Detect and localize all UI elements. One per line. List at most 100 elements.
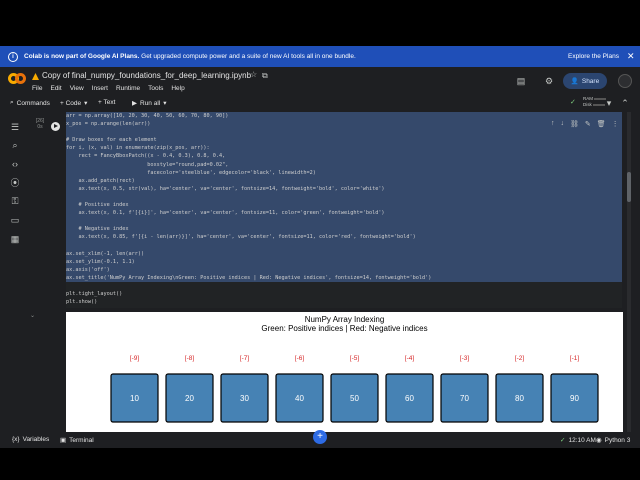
banner-message: Colab is now part of Google AI Plans. Ge… (24, 53, 356, 60)
edit-icon[interactable]: ✎ (585, 120, 591, 128)
negative-index-label: [-4] (405, 355, 415, 362)
close-icon[interactable]: ✕ (627, 51, 635, 62)
check-icon: ✓ (560, 437, 566, 444)
python-label: Python 3 (604, 436, 631, 444)
notebook-header: Copy of final_numpy_foundations_for_deep… (0, 67, 640, 95)
cell-output: NumPy Array Indexing Green: Positive ind… (66, 312, 623, 432)
top-letterbox (0, 0, 640, 46)
avatar[interactable] (618, 74, 632, 88)
code-line: arr = np.array([10, 20, 30, 40, 50, 60, … (66, 112, 622, 121)
add-code-label: + Code (60, 99, 82, 107)
chevron-down-icon[interactable]: ▾ (604, 98, 614, 108)
gemini-add-button[interactable]: + (313, 430, 327, 444)
ram-label: RAM (583, 96, 593, 101)
drive-icon (32, 73, 39, 80)
output-collapse-icon[interactable]: ⌄ (30, 312, 35, 319)
code-line: plt.tight_layout() (66, 291, 123, 298)
code-line: # Positive index (66, 201, 622, 210)
add-text-button[interactable]: + Text (98, 99, 115, 106)
connected-check-icon: ✓ (570, 99, 576, 106)
negative-index-label: [-5] (350, 355, 360, 362)
menu-item-file[interactable]: File (32, 85, 42, 92)
search-icon[interactable]: ⌕ (10, 140, 20, 150)
array-element-value: 30 (240, 394, 249, 403)
runtime-status[interactable]: ✓ 12:10 AM (560, 436, 596, 445)
menu-item-tools[interactable]: Tools (148, 85, 163, 92)
code-line: ax.set_xlim(-1, len(arr)) (66, 249, 622, 258)
negative-index-label: [-1] (570, 355, 580, 362)
code-line: plt.show() (66, 299, 98, 306)
notebook-scrollbar[interactable] (627, 112, 631, 432)
add-code-button[interactable]: + Code ▾ (60, 99, 87, 108)
commands-label: Commands (16, 99, 50, 107)
add-text-label: + Text (98, 99, 116, 106)
resource-monitor[interactable]: RAM Disk (583, 96, 607, 108)
run-all-button[interactable]: ▶ Run all ▾ (132, 99, 167, 108)
run-all-label: Run all (140, 99, 161, 107)
code-line (66, 217, 622, 226)
code-line (66, 192, 622, 202)
menu-item-help[interactable]: Help (171, 85, 184, 92)
collapse-icon[interactable]: ⌃ (620, 98, 630, 108)
menu-item-insert[interactable]: Insert (92, 85, 108, 92)
variables-icon[interactable]: ⦿ (10, 178, 20, 188)
terminal-label: Terminal (69, 436, 94, 444)
more-icon[interactable]: ⋮ (612, 120, 619, 128)
menu-item-edit[interactable]: Edit (50, 85, 61, 92)
star-icon[interactable]: ☆ (250, 70, 257, 79)
array-element-value: 20 (185, 394, 194, 403)
colab-logo[interactable] (8, 73, 26, 85)
code-line: facecolor='steelblue', edgecolor='black'… (66, 168, 622, 177)
copy-to-drive-icon[interactable]: ⧉ (262, 71, 268, 81)
run-cell-button[interactable] (51, 122, 60, 131)
negative-index-label: [-6] (295, 355, 305, 362)
folder-icon[interactable]: ▭ (10, 215, 20, 225)
code-line: ax.set_ylim(-0.1, 1.1) (66, 257, 622, 266)
terminal-button[interactable]: ▣ Terminal (60, 436, 94, 445)
bottom-letterbox (0, 448, 640, 480)
move-up-icon[interactable]: ↑ (551, 120, 555, 128)
code-line: ax.add_patch(rect) (66, 176, 622, 185)
code-line: ax.text(x, 0.85, f'[{i - len(arr)}]', ha… (66, 233, 622, 242)
toc-icon[interactable]: ☰ (10, 122, 20, 132)
link-icon[interactable]: ⛓ (570, 120, 579, 128)
chevron-down-icon: ▾ (163, 100, 167, 107)
explore-plans-link[interactable]: Explore the Plans (568, 53, 619, 60)
notebook-toolbar: ⌕ Commands + Code ▾ + Text ▶ Run all ▾ (0, 95, 640, 111)
code-editor[interactable]: arr = np.array([10, 20, 30, 40, 50, 60, … (66, 112, 622, 308)
python-version[interactable]: ◉ Python 3 (596, 436, 631, 445)
menu-bar: File Edit View Insert Runtime Tools Help (32, 85, 185, 92)
array-element-value: 70 (460, 394, 469, 403)
secrets-key-icon[interactable]: ⚿ (10, 196, 20, 206)
scrollbar-thumb[interactable] (627, 172, 631, 202)
array-element-value: 90 (570, 394, 579, 403)
menu-item-runtime[interactable]: Runtime (116, 85, 140, 92)
share-label: Share (581, 77, 600, 85)
code-snippets-icon[interactable]: ‹› (10, 159, 20, 169)
variables-label: Variables (22, 436, 50, 443)
left-rail: ☰ ⌕ ‹› ⦿ ⚿ ▭ ▦ (0, 116, 30, 432)
terminal-icon: ▣ (60, 437, 67, 444)
menu-item-view[interactable]: View (70, 85, 84, 92)
array-element-value: 40 (295, 394, 304, 403)
code-line: # Negative index (66, 225, 622, 234)
person-add-icon: 👤 (570, 78, 579, 85)
move-down-icon[interactable]: ↓ (561, 120, 565, 128)
code-cell[interactable]: [26] 0s arr = np.array([10, 20, 30, 40, 5… (30, 112, 624, 308)
info-icon: i (8, 51, 18, 62)
notebook-area: [26] 0s arr = np.array([10, 20, 30, 40, 5… (30, 112, 636, 432)
banner-bold-text: Colab is now part of Google AI Plans. (24, 53, 140, 60)
ai-plans-banner: i Colab is now part of Google AI Plans. … (0, 46, 640, 67)
terminal-grid-icon[interactable]: ▦ (10, 234, 20, 244)
search-icon: ⌕ (10, 99, 14, 106)
share-button[interactable]: 👤 Share (563, 73, 607, 89)
delete-icon[interactable]: 🗑 (597, 120, 606, 128)
kernel-icon: ◉ (596, 437, 602, 444)
commands-button[interactable]: ⌕ Commands (10, 99, 50, 107)
variables-button[interactable]: {x} Variables (12, 436, 49, 443)
settings-gear-icon[interactable]: ⚙ (544, 76, 554, 86)
comments-icon[interactable]: ▤ (516, 76, 526, 86)
array-element-value: 60 (405, 394, 414, 403)
notebook-title[interactable]: Copy of final_numpy_foundations_for_deep… (42, 71, 251, 80)
